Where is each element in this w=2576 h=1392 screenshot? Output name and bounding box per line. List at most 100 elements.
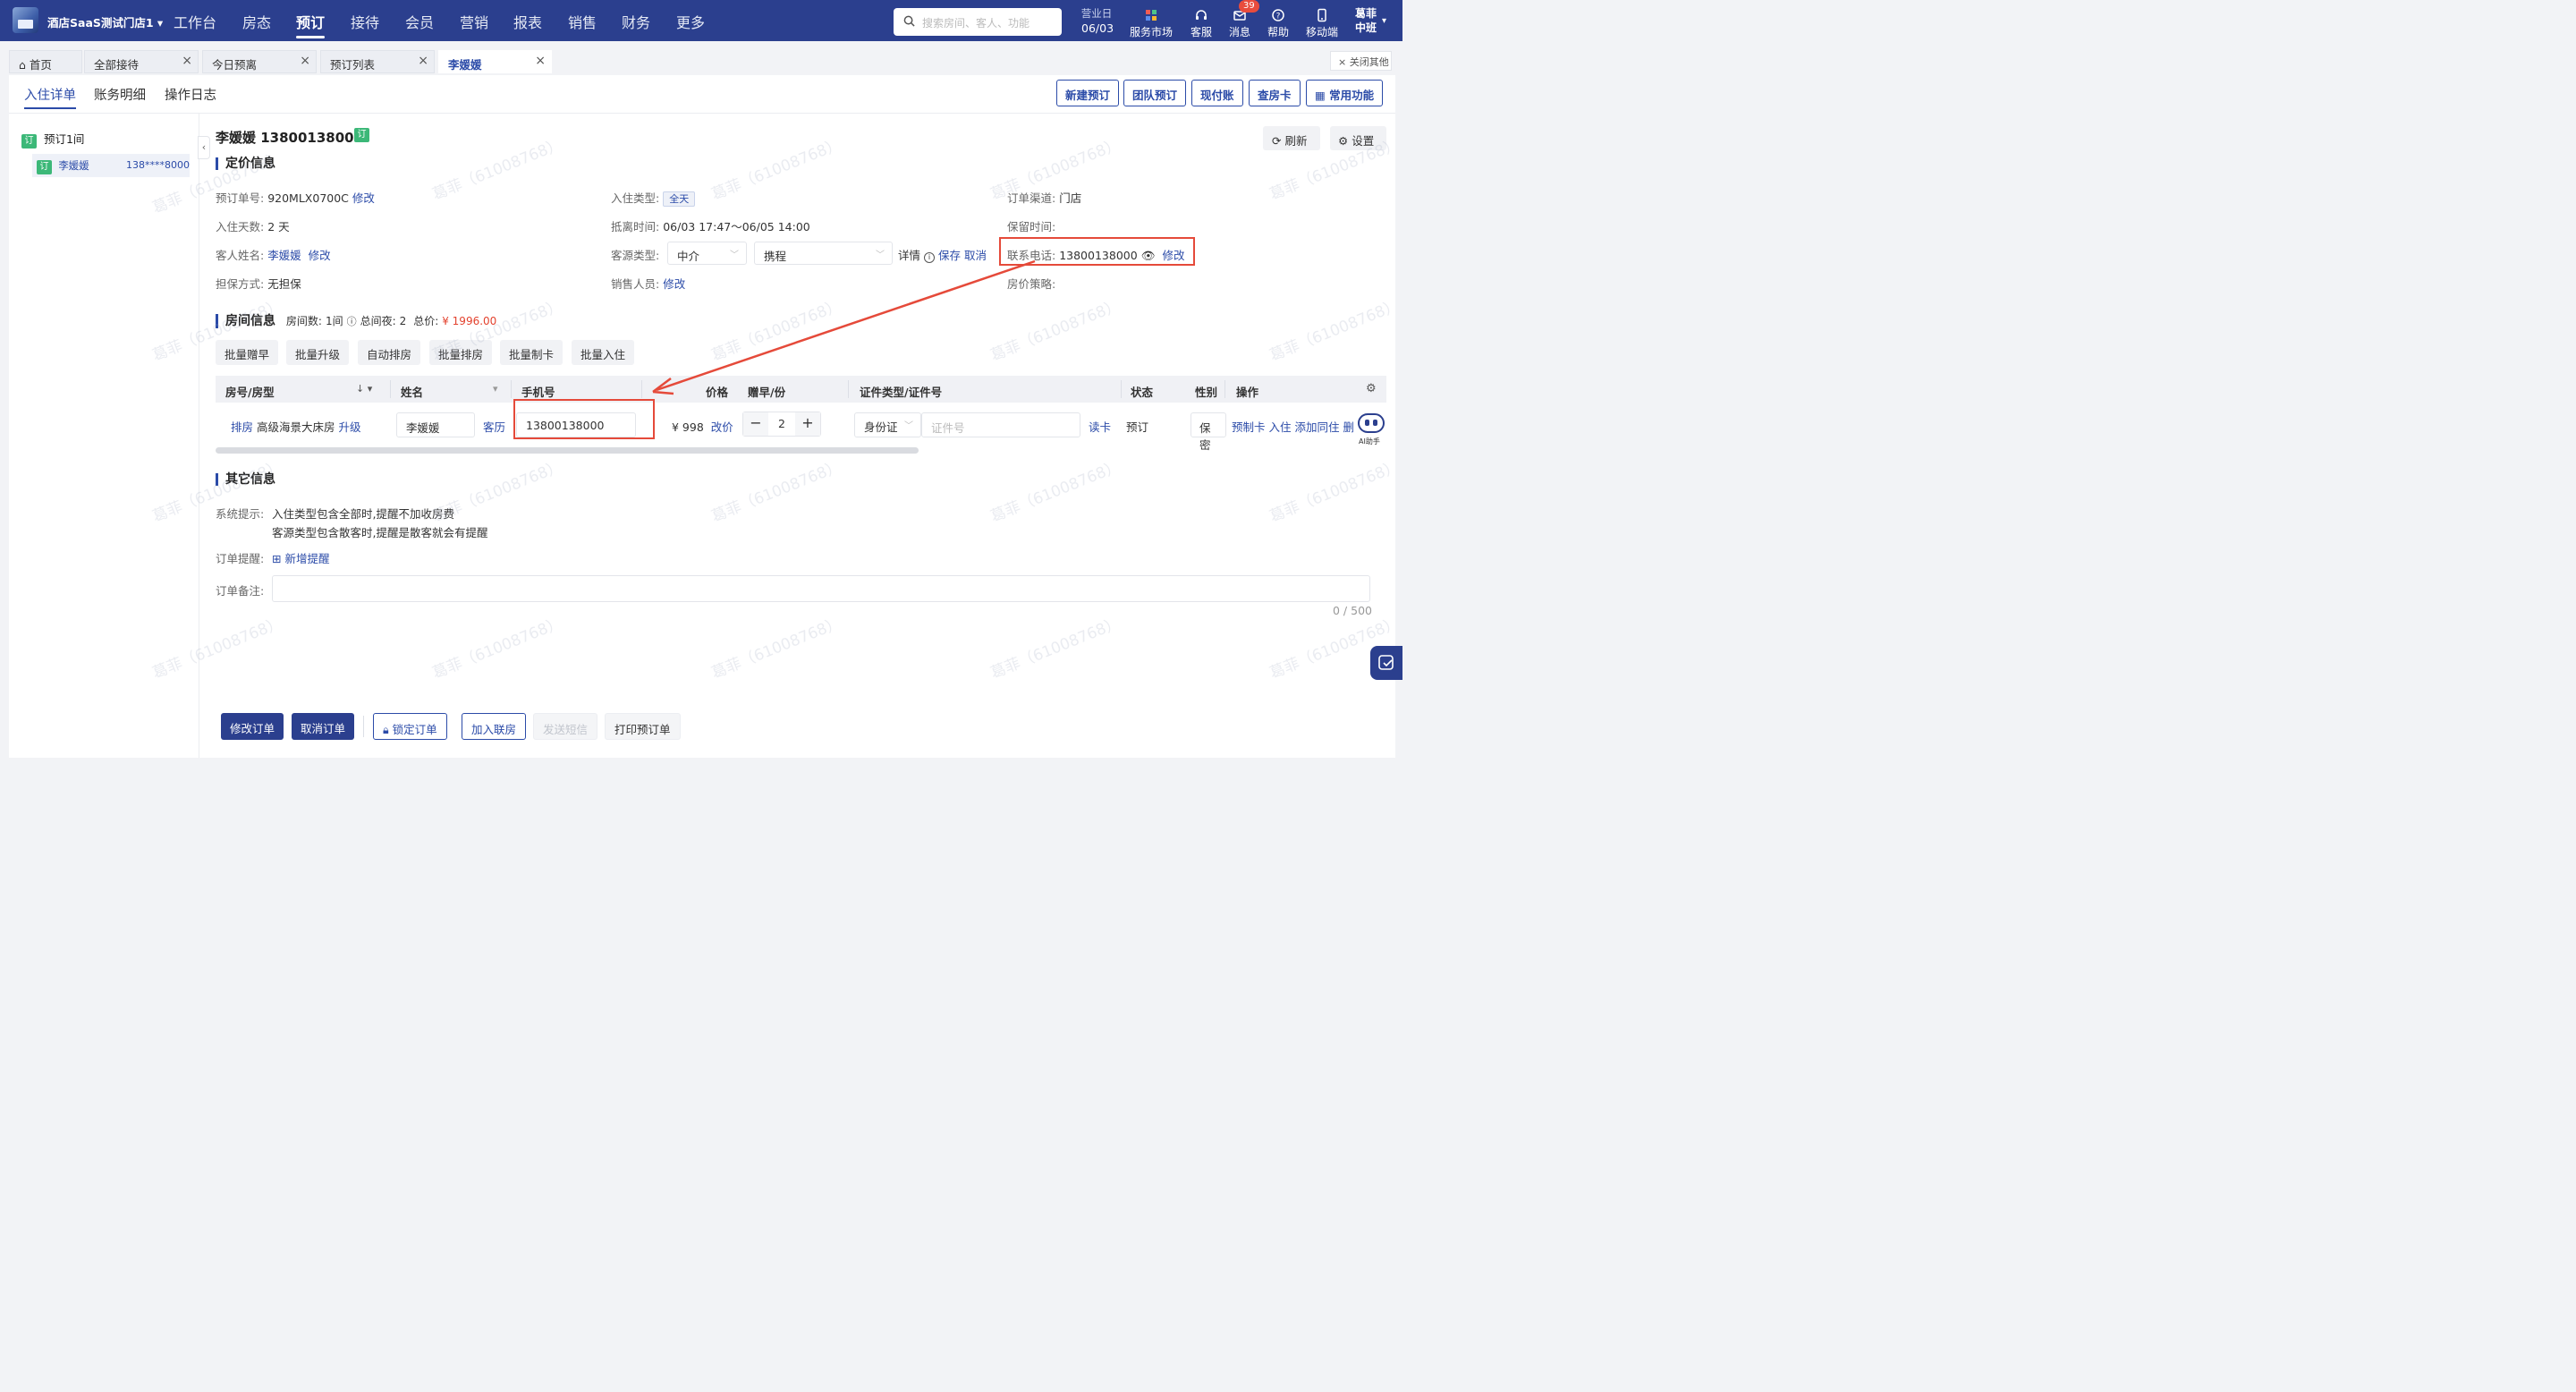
annotation-arrow (652, 259, 1036, 395)
nav-more[interactable]: 更多 (676, 11, 705, 32)
subtab-billing[interactable]: 账务明细 (94, 85, 146, 104)
nav-reservation[interactable]: 预订 (296, 11, 325, 32)
user-menu-chevron-icon[interactable]: ▾ (1382, 16, 1386, 26)
assign-room-link[interactable]: 排房 (231, 420, 253, 434)
reservation-tag: 订 (354, 128, 369, 142)
precard-link[interactable]: 预制卡 (1232, 420, 1266, 434)
add-reminder-button[interactable]: ⊞ 新增提醒 (272, 549, 329, 566)
join-rooms-button[interactable]: 加入联房 (462, 713, 527, 740)
modify-guest-link[interactable]: 修改 (309, 249, 331, 262)
print-reservation-button[interactable]: 打印预订单 (605, 713, 681, 740)
cancel-order-button[interactable]: 取消订单 (292, 713, 355, 740)
user-menu[interactable]: 葛菲 中班 (1351, 6, 1381, 35)
batch-breakfast-button[interactable]: 批量赠早 (216, 340, 279, 365)
common-functions-button[interactable]: ▦ 常用功能 (1306, 80, 1384, 106)
tab-home[interactable]: ⌂ 首页 (9, 50, 82, 73)
store-selector[interactable]: 酒店SaaS测试门店1 ▾ (47, 13, 163, 30)
gender-select[interactable]: 保密 (1191, 412, 1226, 452)
refresh-button[interactable]: ⟳ 刷新 (1263, 126, 1320, 150)
phone-input[interactable]: 13800138000 (516, 412, 636, 437)
minus-icon[interactable]: − (743, 412, 768, 436)
breakfast-count[interactable]: 2 (768, 412, 795, 436)
nav-reception[interactable]: 接待 (351, 11, 379, 32)
guest-name-input[interactable]: 李媛媛 (396, 412, 475, 437)
nav-member[interactable]: 会员 (405, 11, 434, 32)
modify-contact-link[interactable]: 修改 (1163, 249, 1185, 262)
id-number-input[interactable]: 证件号 (921, 412, 1080, 437)
retain-time-row: 保留时间: (1007, 220, 1056, 233)
check-room-card-button[interactable]: 查房卡 (1249, 80, 1301, 106)
new-reservation-button[interactable]: 新建预订 (1056, 80, 1120, 106)
nav-marketing[interactable]: 营销 (460, 11, 488, 32)
checkin-link[interactable]: 入住 (1269, 420, 1292, 434)
tab-reservation-list[interactable]: 预订列表 × (320, 50, 435, 73)
modify-order-button[interactable]: 修改订单 (221, 713, 284, 740)
eye-icon[interactable]: 👁 (1141, 249, 1156, 262)
search-input[interactable]: 搜索房间、客人、功能 (894, 8, 1062, 36)
nav-finance[interactable]: 财务 (622, 11, 650, 32)
add-cohabitant-link[interactable]: 添加同住 (1295, 420, 1340, 434)
delete-link[interactable]: 删 (1343, 420, 1355, 434)
business-day-date: 06/03 (1081, 21, 1114, 35)
edit-note-icon (1378, 655, 1394, 670)
order-note-input[interactable] (272, 575, 1370, 602)
subtab-checkin-detail[interactable]: 入住详单 (24, 85, 76, 104)
system-tip-label: 系统提示: (216, 507, 265, 521)
mobile-icon (1318, 8, 1326, 22)
read-card-link[interactable]: 读卡 (1089, 418, 1111, 435)
column-separator (1224, 380, 1225, 398)
batch-checkin-button[interactable]: 批量入住 (572, 340, 635, 365)
filter-icon[interactable]: ▾ (493, 383, 498, 395)
table-scrollbar[interactable] (216, 447, 919, 454)
nav-workbench[interactable]: 工作台 (174, 11, 216, 32)
guest-history-link[interactable]: 客历 (483, 418, 505, 435)
close-icon[interactable]: × (418, 54, 428, 68)
nav-room-status[interactable]: 房态 (242, 11, 271, 32)
close-icon[interactable]: × (300, 54, 310, 68)
plus-icon[interactable]: + (795, 412, 820, 436)
order-remind-label: 订单提醒: (216, 552, 265, 565)
tab-today-departure[interactable]: 今日预离 × (202, 50, 317, 73)
send-sms-button[interactable]: 发送短信 (533, 713, 598, 740)
order-number-row: 预订单号: 920MLX0700C 修改 (216, 191, 375, 205)
mobile-button[interactable]: 移动端 (1295, 7, 1349, 39)
note-char-count: 0 / 500 (1333, 604, 1372, 617)
tab-guest-detail[interactable]: 李媛媛 × (438, 50, 552, 73)
nav-report[interactable]: 报表 (513, 11, 542, 32)
days-row: 入住天数: 2 天 (216, 220, 290, 233)
upgrade-link[interactable]: 升级 (339, 420, 361, 434)
change-price-link[interactable]: 改价 (711, 420, 733, 434)
gear-icon[interactable]: ⚙ (1366, 382, 1377, 395)
subtab-operation-log[interactable]: 操作日志 (165, 85, 216, 104)
auto-assign-button[interactable]: 自动排房 (358, 340, 421, 365)
close-others-button[interactable]: × 关闭其他 (1330, 51, 1392, 71)
sort-icon[interactable]: ↓ ▾ (356, 383, 372, 395)
order-note-label: 订单备注: (216, 584, 265, 598)
home-icon: ⌂ (19, 58, 26, 72)
collapse-sidebar-icon[interactable]: ‹ (198, 136, 210, 159)
nav-active-indicator (296, 36, 325, 38)
svg-text:?: ? (1276, 13, 1281, 21)
cash-account-button[interactable]: 现付账 (1191, 80, 1243, 106)
ai-assistant-icon[interactable] (1358, 413, 1385, 433)
hotel-logo[interactable] (13, 7, 38, 33)
team-reservation-button[interactable]: 团队预订 (1123, 80, 1187, 106)
close-icon[interactable]: × (182, 54, 192, 68)
modify-order-number-link[interactable]: 修改 (352, 191, 375, 205)
row-actions: 预制卡 入住 添加同住 删 (1232, 418, 1354, 435)
tree-root[interactable]: 订 预订1间 (21, 130, 84, 149)
nav-sales[interactable]: 销售 (568, 11, 597, 32)
tab-all-reception[interactable]: 全部接待 × (84, 50, 199, 73)
lock-order-button[interactable]: 🔒︎ 锁定订单 (373, 713, 447, 740)
service-market-button[interactable]: 服务市场 (1124, 7, 1178, 39)
batch-upgrade-button[interactable]: 批量升级 (286, 340, 350, 365)
guest-name-link[interactable]: 李媛媛 (267, 249, 301, 262)
tree-guest: 订 李媛媛 (37, 158, 89, 174)
feedback-float-button[interactable] (1370, 646, 1402, 680)
id-type-select[interactable]: 身份证 ﹀ (854, 412, 921, 437)
close-icon[interactable]: × (535, 54, 546, 68)
col-phone: 手机号 (521, 386, 555, 399)
column-separator (511, 380, 512, 398)
batch-card-button[interactable]: 批量制卡 (500, 340, 564, 365)
status-cell: 预订 (1126, 420, 1149, 434)
